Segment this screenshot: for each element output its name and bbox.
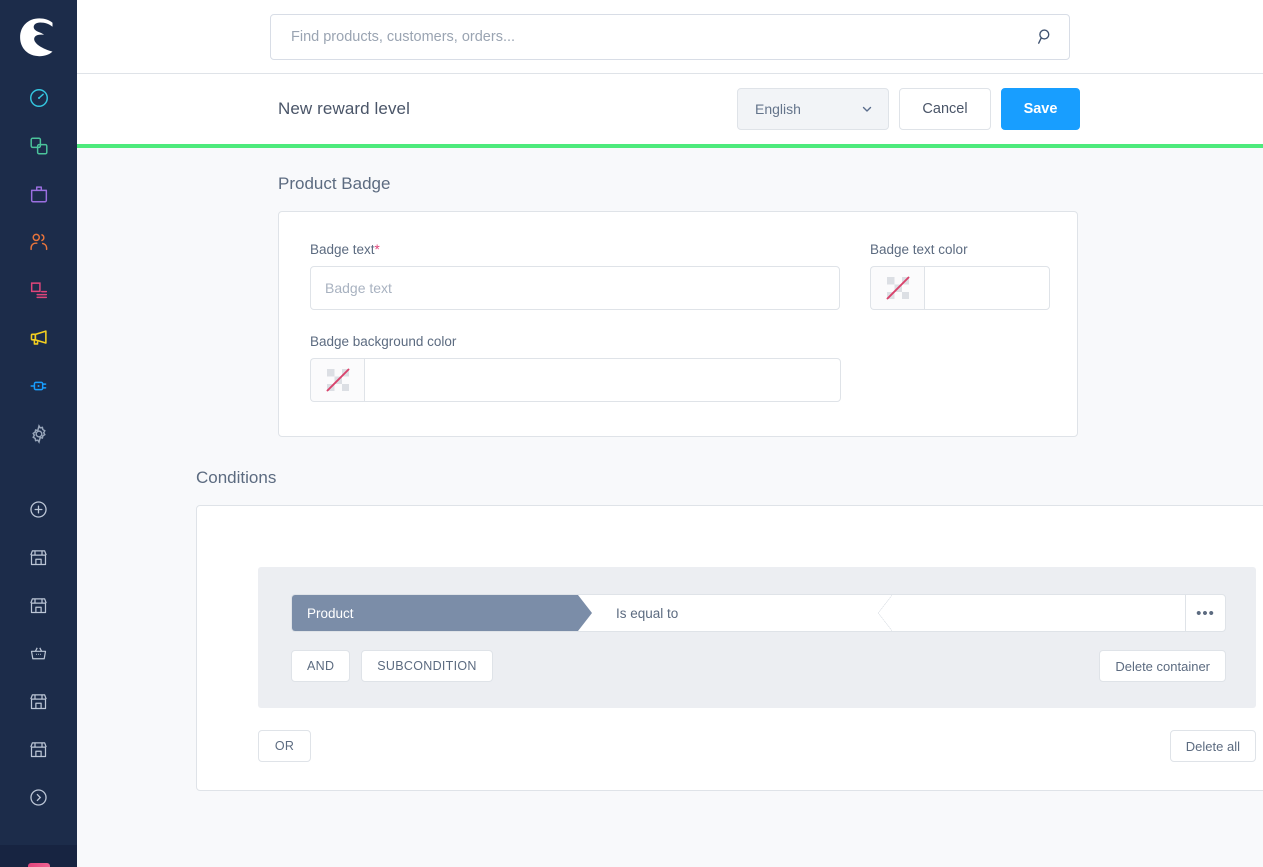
badge-text-color-field: Badge text color xyxy=(870,242,1050,310)
plus-circle-icon xyxy=(30,500,47,518)
badge-background-color-control xyxy=(310,358,1046,402)
badge-background-color-field: Badge background color xyxy=(310,334,1046,402)
sidebar-item-content[interactable] xyxy=(0,266,77,314)
product-badge-card: Badge text* Badge text color xyxy=(278,211,1078,437)
badge-text-field: Badge text* xyxy=(310,242,840,310)
megaphone-icon xyxy=(30,330,47,345)
page-title: New reward level xyxy=(278,99,410,118)
badge-text-color-control xyxy=(870,266,1050,310)
search-input[interactable] xyxy=(291,28,1036,45)
or-button[interactable]: OR xyxy=(258,730,311,762)
conditions-title: Conditions xyxy=(196,468,277,487)
copy-icon xyxy=(29,137,48,155)
badge-first-row: Badge text* Badge text color xyxy=(310,242,1050,310)
sidebar xyxy=(0,0,77,867)
storefront-icon xyxy=(30,597,47,613)
gear-icon xyxy=(31,424,46,444)
condition-pill-group: Product Is equal to ••• xyxy=(291,594,1226,632)
transparent-color-swatch-icon xyxy=(886,276,909,300)
sidebar-item-sales-channel-2[interactable] xyxy=(0,581,77,629)
product-badge-title: Product Badge xyxy=(278,174,391,193)
conditions-card: Product Is equal to ••• AND SUBCONDITION xyxy=(196,505,1263,791)
language-select-value: English xyxy=(755,101,801,117)
shopware-logo-icon xyxy=(19,18,53,57)
basket-icon xyxy=(30,647,47,659)
condition-operator-select[interactable]: Is equal to xyxy=(592,595,892,631)
action-buttons: English Cancel Save xyxy=(737,88,1080,130)
badge-text-color-input[interactable] xyxy=(924,266,1050,310)
delete-all-button[interactable]: Delete all xyxy=(1169,730,1256,762)
sidebar-item-sales-channel-4[interactable] xyxy=(0,677,77,725)
ellipsis-icon[interactable]: ••• xyxy=(1185,595,1225,631)
plug-icon xyxy=(29,381,46,391)
badge-background-color-input[interactable] xyxy=(364,358,841,402)
chevron-circle-right-icon xyxy=(30,788,47,806)
sidebar-item-add-sales-channel[interactable] xyxy=(0,485,77,533)
product-badge-section: Product Badge Badge text* Badge text col… xyxy=(77,148,1263,437)
condition-container-actions: AND SUBCONDITION Delete container xyxy=(291,650,1226,682)
chevron-down-icon xyxy=(860,102,874,116)
sidebar-item-collapse-menu[interactable] xyxy=(0,773,77,821)
footer-indicator xyxy=(27,863,50,867)
bag-icon xyxy=(30,186,47,203)
cancel-button[interactable]: Cancel xyxy=(899,88,991,130)
page-action-bar: New reward level English Cancel Save xyxy=(77,74,1263,144)
badge-text-color-swatch[interactable] xyxy=(870,266,924,310)
sidebar-item-orders[interactable] xyxy=(0,170,77,218)
sidebar-item-extensions[interactable] xyxy=(0,362,77,410)
badge-background-color-label: Badge background color xyxy=(310,334,457,349)
required-marker: * xyxy=(374,242,380,257)
badge-text-input[interactable] xyxy=(310,266,840,310)
save-button[interactable]: Save xyxy=(1001,88,1080,130)
storefront-icon xyxy=(30,693,47,709)
sidebar-item-marketing[interactable] xyxy=(0,314,77,362)
subcondition-button[interactable]: SUBCONDITION xyxy=(361,650,493,682)
storefront-icon xyxy=(30,741,47,757)
conditions-section: Conditions Product Is equal to ••• AND S… xyxy=(77,437,1263,791)
language-select[interactable]: English xyxy=(737,88,889,130)
sidebar-item-sales-channel-1[interactable] xyxy=(0,533,77,581)
top-search-bar xyxy=(77,0,1263,74)
badge-text-label: Badge text* xyxy=(310,242,840,257)
sidebar-footer xyxy=(0,845,77,867)
conditions-outer-actions: OR Delete all xyxy=(258,730,1256,762)
badge-text-color-label: Badge text color xyxy=(870,242,968,257)
search-box[interactable] xyxy=(270,13,1070,60)
document-icon xyxy=(30,282,47,299)
badge-background-row: Badge background color xyxy=(310,334,1046,402)
sidebar-item-sales-channel-5[interactable] xyxy=(0,725,77,773)
sidebar-item-customers[interactable] xyxy=(0,218,77,266)
sidebar-item-settings[interactable] xyxy=(0,410,77,458)
storefront-icon xyxy=(30,549,47,565)
app-logo[interactable] xyxy=(0,0,77,74)
sidebar-item-catalogues[interactable] xyxy=(0,122,77,170)
condition-value-input[interactable] xyxy=(892,595,1185,631)
condition-field-select[interactable]: Product xyxy=(292,595,592,631)
app-root: New reward level English Cancel Save xyxy=(0,0,1263,867)
badge-background-color-swatch[interactable] xyxy=(310,358,364,402)
badge-text-label-text: Badge text xyxy=(310,242,375,257)
sidebar-item-dashboard[interactable] xyxy=(0,74,77,122)
condition-row: Product Is equal to ••• xyxy=(291,594,1226,632)
transparent-color-swatch-icon xyxy=(326,368,349,392)
sidebar-shortcuts xyxy=(0,485,77,821)
page-content: Product Badge Badge text* Badge text col… xyxy=(77,148,1263,867)
main-area: New reward level English Cancel Save xyxy=(77,0,1263,867)
sidebar-main-nav xyxy=(0,74,77,458)
and-button[interactable]: AND xyxy=(291,650,351,682)
people-icon xyxy=(29,233,47,251)
delete-container-button[interactable]: Delete container xyxy=(1099,650,1226,682)
sidebar-item-sales-channel-3[interactable] xyxy=(0,629,77,677)
search-icon[interactable] xyxy=(1036,27,1055,46)
gauge-icon xyxy=(29,89,48,107)
condition-container: Product Is equal to ••• AND SUBCONDITION xyxy=(258,567,1256,708)
